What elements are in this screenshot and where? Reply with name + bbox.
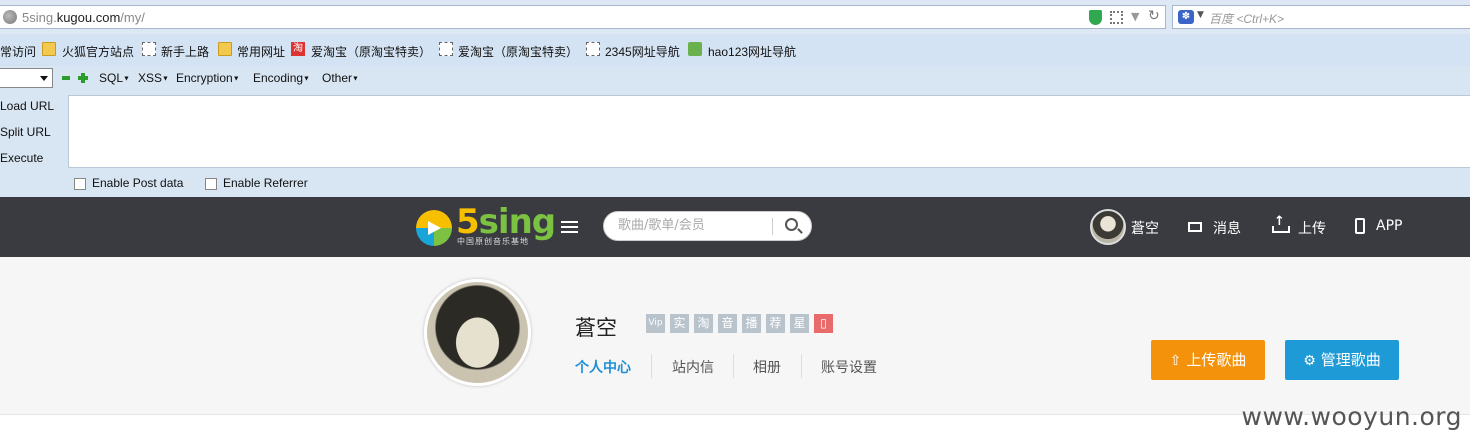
phone-icon[interactable] [1355, 218, 1365, 234]
taobao-icon: 淘 [291, 42, 305, 56]
bookmark-item[interactable]: 火狐官方站点 [62, 43, 134, 60]
load-url-button[interactable]: Load URL [0, 99, 54, 113]
tab-divider [733, 354, 734, 378]
execute-button[interactable]: Execute [0, 151, 43, 165]
bookmark-item[interactable]: 爱淘宝（原淘宝特卖） [311, 43, 431, 60]
nav-upload[interactable]: 上传 [1298, 218, 1326, 238]
bookmark-item[interactable]: 新手上路 [161, 43, 209, 60]
hackbar-url-textarea[interactable] [68, 95, 1470, 168]
hackbar-menu-sql[interactable]: SQL▼ [99, 71, 130, 85]
badge-music[interactable]: 音 [718, 314, 737, 333]
folder-icon [42, 42, 56, 56]
badge-taobao[interactable]: 淘 [694, 314, 713, 333]
enable-post-label[interactable]: Enable Post data [92, 176, 183, 190]
enable-post-checkbox[interactable] [74, 178, 86, 190]
dashed-page-icon [142, 42, 156, 56]
search-divider [772, 218, 773, 235]
address-bar[interactable]: 5sing.kugou.com/my/ ▼ ↻ [0, 5, 1166, 29]
watermark: www.wooyun.org [1241, 402, 1462, 431]
nav-avatar[interactable] [1090, 209, 1126, 245]
split-url-button[interactable]: Split URL [0, 125, 51, 139]
badge-recommend[interactable]: 荐 [766, 314, 785, 333]
hackbar-menu-xss[interactable]: XSS▼ [138, 71, 169, 85]
decrease-icon[interactable] [62, 76, 70, 80]
search-icon[interactable] [785, 218, 798, 231]
browser-search-placeholder[interactable]: 百度 <Ctrl+K> [1209, 10, 1284, 27]
nav-app[interactable]: APP [1376, 218, 1402, 234]
baidu-paw-icon[interactable]: ✽ [1178, 10, 1194, 24]
gear-icon: ⚙ [1303, 353, 1316, 369]
profile-avatar[interactable] [424, 279, 531, 386]
upload-icon: ⇧ [1169, 353, 1182, 369]
hackbar-select[interactable] [0, 68, 53, 88]
logo-subtitle: 中国原创音乐基地 [457, 237, 529, 246]
vip-badge[interactable]: Vip [646, 314, 665, 333]
site-logo[interactable]: 5sing 中国原创音乐基地 [416, 202, 556, 248]
envelope-icon[interactable] [1188, 222, 1202, 232]
menu-icon[interactable] [561, 221, 578, 234]
site-header: 5sing 中国原创音乐基地 蒼空 消息 上传 APP [0, 197, 1470, 257]
browser-url-row: 5sing.kugou.com/my/ ▼ ↻ ✽ ▼ 百度 <Ctrl+K> [0, 0, 1470, 34]
site-search-input[interactable] [618, 218, 768, 233]
bookmark-item[interactable]: 爱淘宝（原淘宝特卖） [458, 43, 578, 60]
manage-songs-button[interactable]: ⚙ 管理歌曲 [1285, 340, 1399, 380]
bookmark-item[interactable]: 常用网址 [237, 43, 285, 60]
enable-referrer-label[interactable]: Enable Referrer [223, 176, 308, 190]
history-dropdown-icon[interactable]: ▼ [1131, 10, 1139, 23]
qrcode-icon[interactable] [1110, 11, 1123, 24]
increase-icon[interactable] [78, 73, 88, 83]
logo-play-icon [416, 210, 452, 246]
hackbar-menu-encoding[interactable]: Encoding▼ [253, 71, 310, 85]
folder-icon [218, 42, 232, 56]
dashed-page-icon [439, 42, 453, 56]
hao123-icon [688, 42, 702, 56]
site-search-box [603, 211, 812, 241]
nav-username[interactable]: 蒼空 [1131, 218, 1159, 238]
enable-referrer-checkbox[interactable] [205, 178, 217, 190]
shield-icon[interactable] [1089, 10, 1102, 25]
address-url[interactable]: 5sing.kugou.com/my/ [22, 10, 145, 25]
tab-album[interactable]: 相册 [753, 357, 781, 377]
hackbar-menu-other[interactable]: Other▼ [322, 71, 359, 85]
hackbar-panel: SQL▼ XSS▼ Encryption▼ Encoding▼ Other▼ L… [0, 66, 1470, 197]
tab-divider [801, 354, 802, 378]
bookmark-item[interactable]: hao123网址导航 [708, 43, 796, 60]
dashed-page-icon [586, 42, 600, 56]
mobile-badge-icon[interactable]: ▯ [814, 314, 833, 333]
upload-song-button[interactable]: ⇧ 上传歌曲 [1151, 340, 1265, 380]
badge-play[interactable]: 播 [742, 314, 761, 333]
tab-divider [651, 354, 652, 378]
badge-real[interactable]: 实 [670, 314, 689, 333]
tab-messages[interactable]: 站内信 [672, 357, 714, 377]
badge-star[interactable]: 星 [790, 314, 809, 333]
reload-icon[interactable]: ↻ [1148, 8, 1160, 24]
profile-header: 蒼空 Vip 实淘音播荐星 ▯ 个人中心 站内信 相册 账号设置 ⇧ 上传歌曲 ⚙ 管理… [0, 257, 1470, 415]
engine-dropdown-icon[interactable]: ▼ [1197, 10, 1204, 20]
tab-account-settings[interactable]: 账号设置 [821, 357, 877, 377]
bookmark-item[interactable]: 常访问 [0, 43, 36, 60]
nav-messages[interactable]: 消息 [1213, 218, 1241, 238]
profile-name: 蒼空 [575, 316, 617, 340]
browser-search-box[interactable]: ✽ ▼ 百度 <Ctrl+K> [1172, 5, 1470, 29]
upload-icon[interactable] [1272, 214, 1290, 233]
tab-personal-center[interactable]: 个人中心 [575, 357, 631, 377]
bookmark-item[interactable]: 2345网址导航 [605, 43, 680, 60]
bookmarks-toolbar: 常访问 火狐官方站点 新手上路 常用网址 淘 爱淘宝（原淘宝特卖） 爱淘宝（原淘… [0, 34, 1470, 66]
hackbar-menu-encryption[interactable]: Encryption▼ [176, 71, 240, 85]
globe-icon [3, 10, 17, 24]
badge-list: Vip 实淘音播荐星 ▯ [646, 314, 838, 333]
